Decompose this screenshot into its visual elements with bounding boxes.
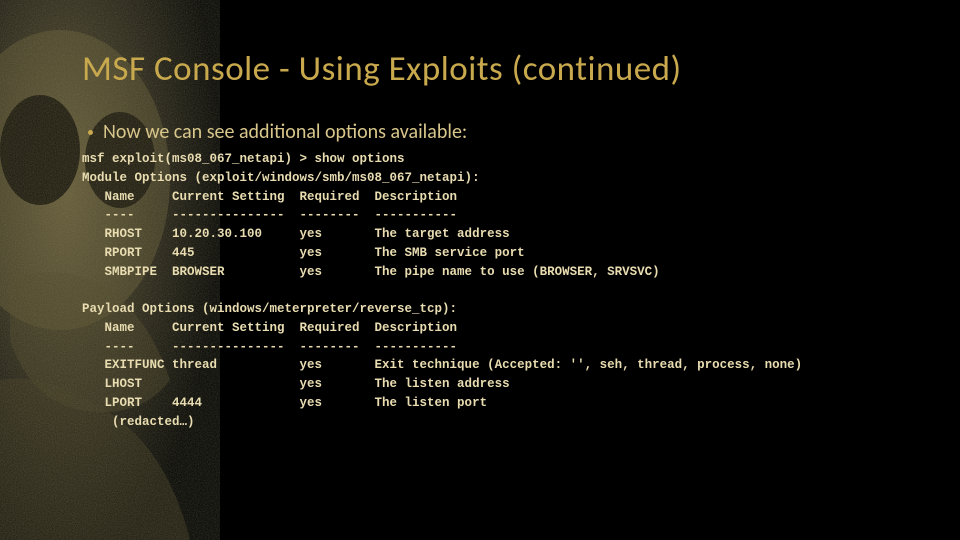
bullet-item: Now we can see additional options availa… (82, 120, 930, 144)
bullet-dot-icon (88, 130, 93, 135)
terminal-output: msf exploit(ms08_067_netapi) > show opti… (82, 150, 930, 431)
bullet-text: Now we can see additional options availa… (103, 120, 467, 144)
slide-title: MSF Console - Using Exploits (continued) (82, 48, 930, 90)
slide-content: MSF Console - Using Exploits (continued)… (0, 0, 960, 540)
